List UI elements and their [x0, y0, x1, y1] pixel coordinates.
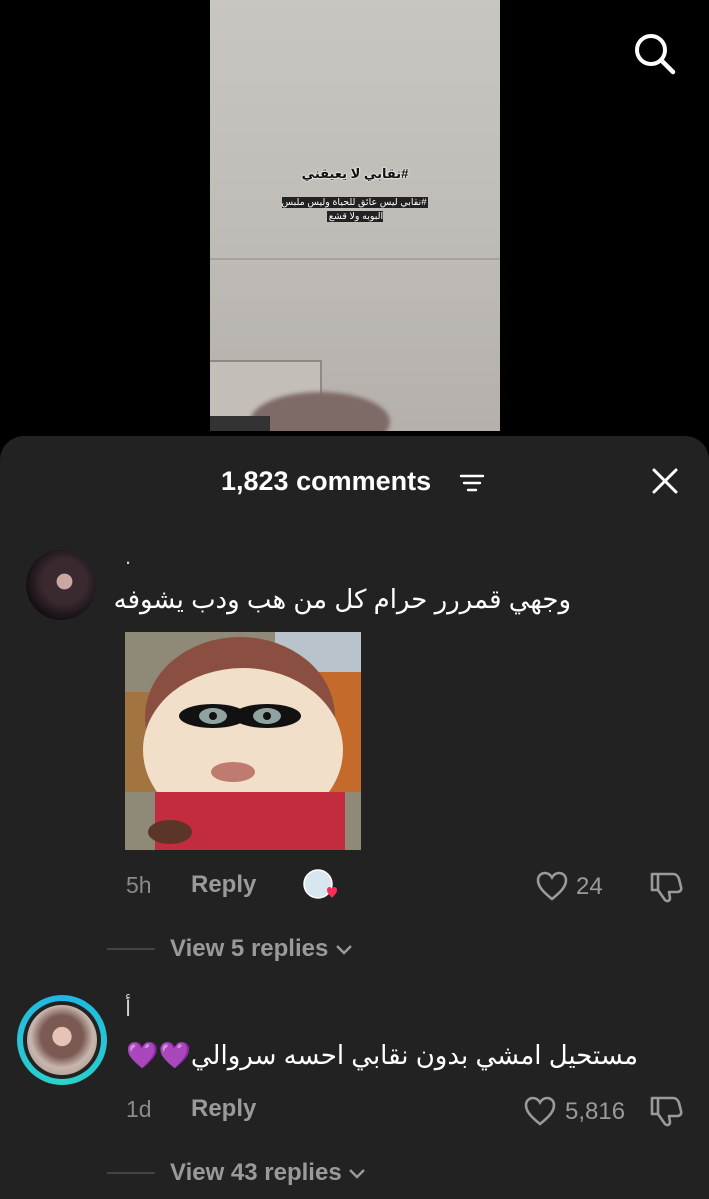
view-replies-button[interactable]: View 5 replies [170, 935, 353, 963]
chevron-down-icon [336, 945, 352, 955]
video-caption-sub: #نقابي ليس عائق للحياة وليس ملبس البوبه … [270, 196, 440, 224]
chevron-down-icon [349, 1169, 366, 1179]
comment-text: وجهي قمررر حرام كل من هب ودب يشوفه [113, 584, 571, 614]
reply-button[interactable]: Reply [191, 871, 256, 899]
filter-icon[interactable] [459, 472, 485, 494]
avatar-inner [23, 1001, 101, 1079]
heart-icon[interactable] [523, 1095, 557, 1127]
comment-sticker-image[interactable] [125, 632, 361, 850]
reply-button[interactable]: Reply [191, 1095, 256, 1123]
avatar[interactable] [27, 1005, 97, 1075]
replies-divider [107, 1172, 155, 1174]
heart-icon[interactable] [535, 870, 569, 902]
close-icon[interactable] [650, 466, 680, 496]
like-count: 5,816 [565, 1098, 626, 1125]
search-icon[interactable] [632, 31, 676, 75]
replies-divider [107, 948, 155, 950]
avatar-story-ring[interactable] [17, 995, 107, 1085]
like-count: 24 [576, 873, 603, 900]
dark-object [210, 416, 270, 431]
dislike-icon[interactable] [648, 1094, 684, 1128]
comment-text: مستحيل امشي بدون نقابي احسه سروالي💜💜 [126, 1040, 638, 1070]
video-preview[interactable]: #نقابي لا يعيقني #نقابي ليس عائق للحياة … [210, 0, 500, 431]
comment-time: 1d [126, 1096, 152, 1122]
video-caption-sub-text: #نقابي ليس عائق للحياة وليس ملبس البوبه … [281, 197, 429, 222]
avatar[interactable] [26, 550, 96, 620]
comments-header: 1,823 comments [0, 464, 709, 500]
dislike-icon[interactable] [648, 870, 684, 904]
view-replies-label: View 43 replies [170, 1159, 342, 1186]
comment-username[interactable]: أ [125, 996, 131, 1022]
view-replies-label: View 5 replies [170, 935, 329, 962]
creator-liked-icon[interactable] [301, 868, 341, 904]
comment-time: 5h [126, 872, 152, 898]
comment-username[interactable]: . [125, 544, 131, 570]
comments-count: 1,823 comments [221, 466, 432, 496]
wall-edge [210, 258, 500, 260]
comments-sheet: 1,823 comments . وجهي قمررر حرام كل من ه… [0, 436, 709, 1199]
view-replies-button[interactable]: View 43 replies [170, 1159, 366, 1187]
video-caption-main: #نقابي لا يعيقني [301, 166, 409, 181]
